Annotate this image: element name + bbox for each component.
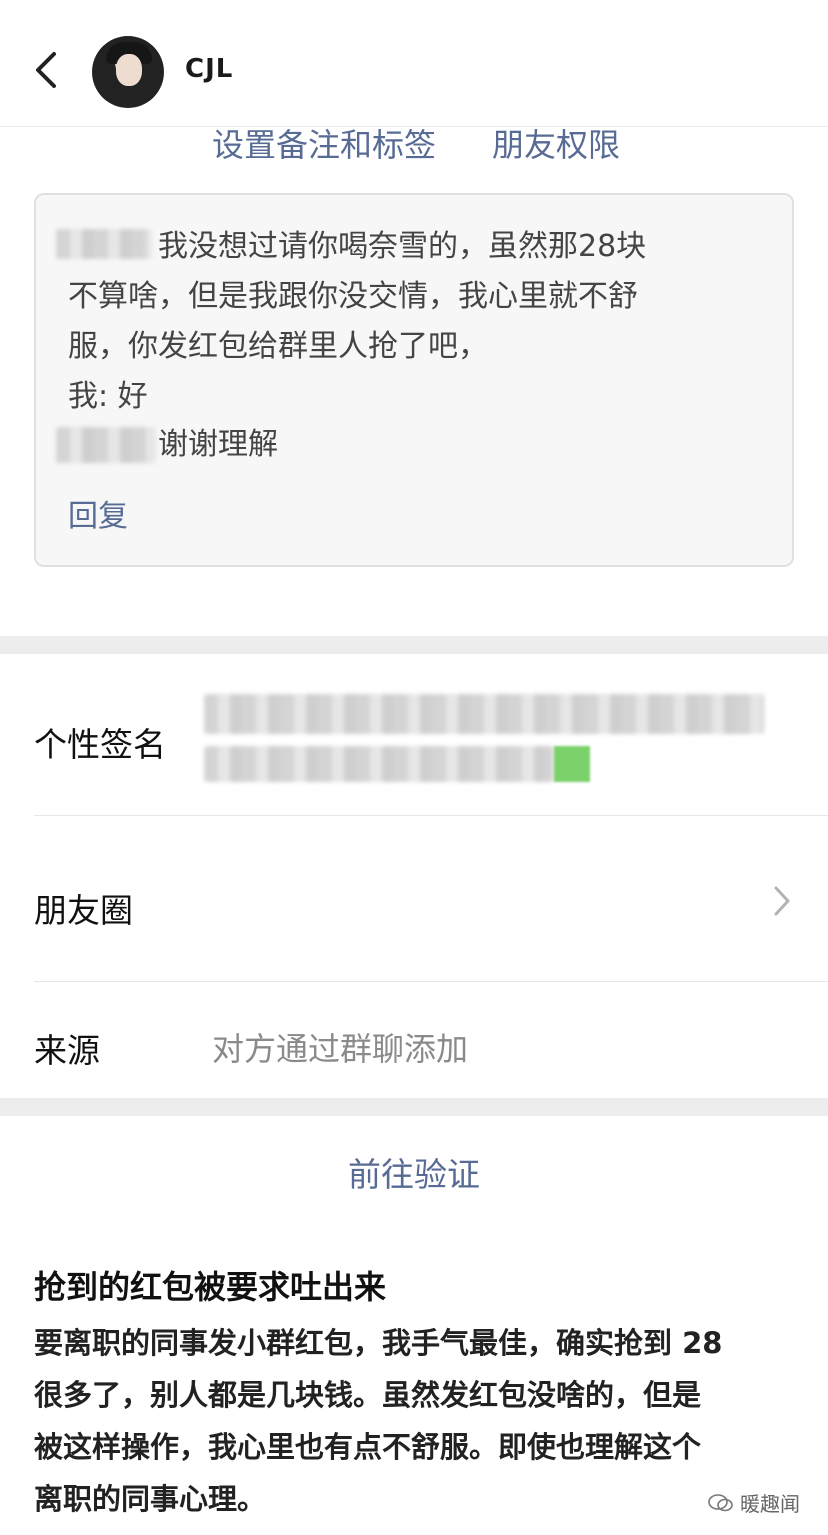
reply-link[interactable]: 回复 [68,491,128,535]
message-line: 服，你发红包给群里人抢了吧， [68,329,488,364]
article-line: 很多了，别人都是几块钱。虽然发红包没啥的，但是 [34,1378,702,1412]
message-line: 不算啥，但是我跟你没交情，我心里就不舒 [68,279,638,314]
signature-label: 个性签名 [34,725,166,764]
avatar-face [116,54,142,86]
moments-row[interactable]: 朋友圈 [0,816,828,982]
article-line: 离职的同事心理。 [34,1482,267,1516]
wechat-icon [708,1493,733,1511]
avatar[interactable] [92,36,164,108]
verification-message-box: 我没想过请你喝奈雪的，虽然那28块 不算啥，但是我跟你没交情，我心里就不舒 服，… [34,193,794,567]
blurred-sender-name [56,229,152,259]
section-gap [0,1098,828,1116]
blurred-signature [204,694,774,786]
message-line: 我: 好 [68,379,148,414]
goto-verify-button[interactable]: 前往验证 [0,1148,828,1196]
contact-name: CJL [185,54,234,84]
blurred-signature-line [204,694,764,734]
blurred-signature-line [204,746,554,782]
blurred-sender-name [56,427,156,463]
watermark-text: 暖趣闻 [740,1492,800,1516]
article-line: 要离职的同事发小群红包，我手气最佳，确实抢到 28 [34,1326,723,1360]
source-row: 来源 对方通过群聊添加 [0,982,828,1098]
set-remark-link[interactable]: 设置备注和标签 [212,120,436,166]
watermark: 暖趣闻 [708,1488,800,1517]
friend-permission-link[interactable]: 朋友权限 [492,120,620,166]
moments-label: 朋友圈 [34,891,133,930]
profile-links-row: 设置备注和标签 朋友权限 [0,114,828,170]
chevron-right-icon [774,886,790,916]
article-line: 被这样操作，我心里也有点不舒服。即使也理解这个 [34,1430,702,1464]
section-gap [0,636,828,654]
contact-header: CJL [0,0,828,127]
blurred-emoji [554,746,590,782]
article-title: 抢到的红包被要求吐出来 [34,1268,387,1306]
message-line: 谢谢理解 [158,427,278,462]
signature-row: 个性签名 [0,654,828,816]
source-value: 对方通过群聊添加 [212,1030,469,1068]
source-label: 来源 [34,1031,100,1070]
back-chevron-icon[interactable] [28,48,68,92]
message-line: 我没想过请你喝奈雪的，虽然那28块 [158,229,647,264]
